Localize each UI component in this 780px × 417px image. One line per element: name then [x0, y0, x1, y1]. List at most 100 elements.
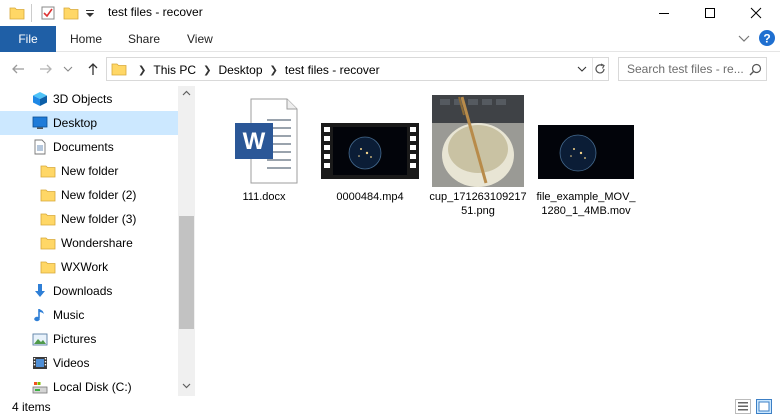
folder-icon [40, 165, 56, 178]
file-list: W 111.docx 0000484.mp4 cup_1712631092175… [196, 86, 780, 396]
recent-locations-button[interactable] [63, 61, 73, 77]
file-name: file_example_MOV_1280_1_4MB.mov [536, 191, 636, 217]
3d-objects-icon [33, 92, 47, 106]
file-thumbnail [320, 96, 420, 186]
file-item-png[interactable]: cup_17126310921751.png [428, 95, 528, 218]
breadcrumb-desktop[interactable]: Desktop [218, 63, 262, 77]
documents-icon [34, 139, 46, 155]
local-disk-icon [32, 382, 48, 394]
properties-icon[interactable] [40, 5, 56, 21]
sidebar-item-new-folder-3[interactable]: New folder (3) [0, 207, 178, 231]
search-input[interactable] [619, 58, 743, 80]
desktop-icon [32, 116, 48, 129]
sidebar-item-label: Music [53, 308, 85, 322]
folder-icon [9, 7, 25, 20]
sidebar-item-label: New folder [61, 164, 119, 178]
breadcrumb-this-pc[interactable]: This PC [153, 63, 196, 77]
sidebar-item-new-folder[interactable]: New folder [0, 159, 178, 183]
customize-toolbar-icon[interactable] [85, 5, 95, 21]
arrow-left-icon [12, 64, 24, 74]
file-item-mp4[interactable]: 0000484.mp4 [320, 96, 420, 204]
sidebar-item-new-folder-2[interactable]: New folder (2) [0, 183, 178, 207]
svg-text:?: ? [763, 32, 770, 46]
video-still-thumbnail [538, 125, 634, 179]
forward-button[interactable] [38, 61, 54, 77]
new-folder-icon[interactable] [63, 5, 79, 21]
sidebar-item-label: Wondershare [61, 236, 133, 250]
sidebar-item-music[interactable]: Music [0, 303, 178, 327]
folder-icon [111, 63, 127, 76]
sidebar-item-pictures[interactable]: Pictures [0, 327, 178, 351]
maximize-button[interactable] [687, 0, 733, 26]
scroll-up-icon[interactable] [182, 90, 191, 96]
file-thumbnail: W [214, 96, 314, 186]
sidebar-item-wondershare[interactable]: Wondershare [0, 231, 178, 255]
search-icon[interactable] [749, 63, 762, 76]
folder-icon [40, 237, 56, 250]
sidebar-item-videos[interactable]: Videos [0, 351, 178, 375]
breadcrumb-separator-icon: ❯ [269, 64, 278, 76]
sidebar-item-desktop[interactable]: Desktop [0, 111, 178, 135]
folder-icon [40, 213, 56, 226]
details-view-icon [738, 402, 748, 411]
downloads-icon [35, 284, 45, 297]
arrow-up-icon [88, 63, 98, 75]
word-document-icon: W [235, 98, 298, 184]
help-icon[interactable]: ? [758, 29, 776, 47]
breadcrumb-current-folder[interactable]: test files - recover [285, 63, 380, 77]
back-button[interactable] [10, 61, 26, 77]
sidebar-item-label: 3D Objects [53, 92, 113, 106]
title-bar: test files - recover [0, 0, 780, 26]
videos-icon [33, 357, 47, 369]
file-thumbnail [536, 96, 636, 186]
sidebar-item-label: Videos [53, 356, 90, 370]
window-title: test files - recover [108, 5, 203, 19]
chevron-down-icon [63, 66, 73, 72]
sidebar-item-local-disk-c[interactable]: Local Disk (C:) [0, 375, 178, 396]
file-name: cup_17126310921751.png [429, 191, 527, 217]
sidebar-item-label: Documents [53, 140, 114, 154]
sidebar-item-label: Downloads [53, 284, 113, 298]
scroll-down-icon[interactable] [182, 383, 191, 389]
address-dropdown-icon[interactable] [577, 65, 587, 73]
folder-icon [40, 189, 56, 202]
large-icons-view-icon [758, 401, 770, 412]
file-item-docx[interactable]: W 111.docx [214, 96, 314, 204]
navigation-pane: 3D Objects Desktop Documents New folder … [0, 86, 196, 396]
breadcrumb-separator-icon: ❯ [138, 64, 147, 76]
music-icon [34, 309, 44, 322]
scrollbar-thumb[interactable] [179, 216, 194, 329]
video-thumbnail-icon [321, 123, 419, 179]
close-button[interactable] [733, 0, 779, 26]
file-name: 0000484.mp4 [336, 191, 404, 203]
sidebar-item-label: WXWork [61, 260, 109, 274]
pictures-icon [32, 333, 48, 346]
sidebar-item-wxwork[interactable]: WXWork [0, 255, 178, 279]
up-button[interactable] [85, 61, 101, 77]
sidebar-item-documents[interactable]: Documents [0, 135, 178, 159]
minimize-button[interactable] [641, 0, 687, 26]
expand-ribbon-icon[interactable] [738, 34, 750, 44]
tab-home[interactable]: Home [70, 26, 102, 52]
folder-icon [40, 261, 56, 274]
large-icons-view-button[interactable] [756, 399, 772, 414]
item-count: 4 items [12, 400, 51, 414]
address-bar[interactable]: ❯ This PC ❯ Desktop ❯ test files - recov… [106, 57, 609, 81]
sidebar-item-label: Local Disk (C:) [53, 380, 132, 394]
details-view-button[interactable] [735, 399, 751, 414]
refresh-icon[interactable] [593, 62, 607, 76]
tab-file[interactable]: File [0, 26, 56, 52]
navigation-bar: ❯ This PC ❯ Desktop ❯ test files - recov… [0, 52, 780, 86]
sidebar-scrollbar[interactable] [178, 86, 195, 396]
search-box[interactable] [618, 57, 767, 81]
tab-share[interactable]: Share [128, 26, 160, 52]
sidebar-item-3d-objects[interactable]: 3D Objects [0, 87, 178, 111]
file-name: 111.docx [242, 191, 286, 203]
tab-view[interactable]: View [187, 26, 213, 52]
arrow-right-icon [40, 64, 52, 74]
close-icon [750, 7, 762, 19]
sidebar-item-downloads[interactable]: Downloads [0, 279, 178, 303]
file-item-mov[interactable]: file_example_MOV_1280_1_4MB.mov [536, 96, 636, 218]
sidebar-item-label: New folder (2) [61, 188, 137, 202]
sidebar-item-label: Desktop [53, 116, 98, 130]
